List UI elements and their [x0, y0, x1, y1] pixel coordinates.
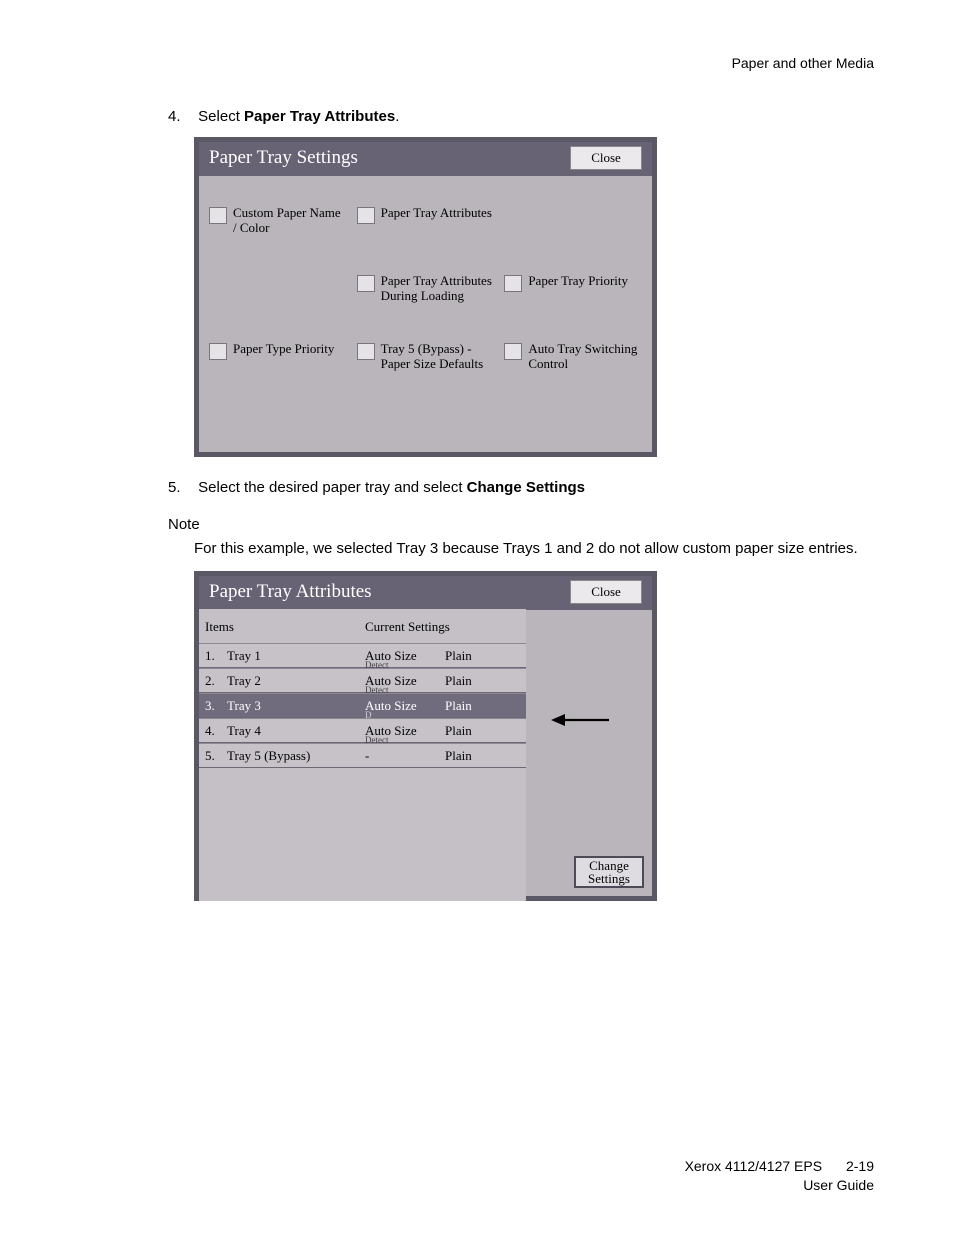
tray-row-number: 5. [205, 748, 227, 764]
option-label: Paper Tray Priority [528, 274, 628, 289]
tray-row-size: - [365, 748, 445, 764]
note-body: For this example, we selected Tray 3 bec… [194, 539, 888, 559]
option-auto-tray-switching[interactable]: Auto Tray Switching Control [504, 342, 642, 382]
option-tray5-bypass-defaults[interactable]: Tray 5 (Bypass) - Paper Size Defaults [357, 342, 495, 382]
tray-row-number: 2. [205, 673, 227, 689]
step-4: 4. Select Paper Tray Attributes. [168, 108, 888, 125]
checkbox-icon [357, 207, 375, 224]
tray-row[interactable]: 1.Tray 1Auto SizeDetectPlain [199, 643, 526, 668]
page-footer: Xerox 4112/4127 EPS 2-19 User Guide [685, 1157, 874, 1195]
checkbox-icon [209, 207, 227, 224]
checkbox-icon [504, 275, 522, 292]
tray-row-name: Tray 2 [227, 673, 365, 689]
tray-row-size: Auto SizeD [365, 698, 445, 714]
option-custom-paper-name[interactable]: Custom Paper Name / Color [209, 206, 347, 246]
step-5: 5. Select the desired paper tray and sel… [168, 479, 888, 496]
option-label: Paper Tray Attributes [381, 206, 492, 221]
option-attributes-during-loading[interactable]: Paper Tray Attributes During Loading [357, 274, 495, 314]
footer-product: Xerox 4112/4127 EPS [685, 1158, 823, 1174]
step-4-number: 4. [168, 108, 194, 125]
arrow-indicator-icon [551, 712, 611, 728]
tray-row-size: Auto SizeDetect [365, 648, 445, 664]
paper-tray-settings-panel: Paper Tray Settings Close Custom Paper N… [194, 137, 657, 457]
option-paper-tray-priority[interactable]: Paper Tray Priority [504, 274, 642, 314]
option-label: Paper Tray Attributes During Loading [381, 274, 495, 304]
tray-row[interactable]: 4.Tray 4Auto SizeDetectPlain [199, 718, 526, 743]
tray-row-type: Plain [445, 698, 520, 714]
option-label: Custom Paper Name / Color [233, 206, 347, 236]
option-paper-tray-attributes[interactable]: Paper Tray Attributes [357, 206, 495, 246]
tray-row-number: 4. [205, 723, 227, 739]
change-settings-button[interactable]: Change Settings [574, 856, 644, 888]
note-label: Note [168, 516, 888, 533]
tray-row-type: Plain [445, 648, 520, 664]
panel1-close-button[interactable]: Close [570, 146, 642, 170]
step-4-text-bold: Paper Tray Attributes [244, 108, 395, 125]
tray-row-type: Plain [445, 723, 520, 739]
panel1-titlebar: Paper Tray Settings Close [199, 142, 652, 176]
step-5-text-pre: Select the desired paper tray and select [198, 479, 467, 496]
panel2-close-button[interactable]: Close [570, 580, 642, 604]
checkbox-icon [357, 343, 375, 360]
column-header-items: Items [205, 619, 365, 635]
tray-row-name: Tray 1 [227, 648, 365, 664]
paper-tray-attributes-panel: Paper Tray Attributes Close Items Curren… [194, 571, 657, 901]
change-settings-label: Change Settings [576, 859, 642, 886]
tray-row-type: Plain [445, 748, 520, 764]
tray-row-number: 1. [205, 648, 227, 664]
tray-row[interactable]: 2.Tray 2Auto SizeDetectPlain [199, 668, 526, 693]
tray-row-size: Auto SizeDetect [365, 673, 445, 689]
step-5-text-bold: Change Settings [467, 479, 585, 496]
tray-list: Items Current Settings 1.Tray 1Auto Size… [199, 609, 526, 901]
footer-page-number: 2-19 [846, 1157, 874, 1176]
checkbox-icon [357, 275, 375, 292]
tray-row-size: Auto SizeDetect [365, 723, 445, 739]
step-4-text-pre: Select [198, 108, 244, 125]
option-label: Tray 5 (Bypass) - Paper Size Defaults [381, 342, 495, 372]
panel2-title: Paper Tray Attributes [209, 581, 372, 603]
column-header-settings: Current Settings [365, 619, 520, 635]
option-paper-type-priority[interactable]: Paper Type Priority [209, 342, 347, 382]
panel2-titlebar: Paper Tray Attributes Close [199, 576, 652, 610]
tray-row-name: Tray 4 [227, 723, 365, 739]
tray-row-name: Tray 5 (Bypass) [227, 748, 365, 764]
page-header-section: Paper and other Media [732, 55, 874, 71]
step-4-text-post: . [395, 108, 399, 125]
tray-row-type: Plain [445, 673, 520, 689]
option-label: Paper Type Priority [233, 342, 334, 357]
option-label: Auto Tray Switching Control [528, 342, 642, 372]
checkbox-icon [504, 343, 522, 360]
panel1-title: Paper Tray Settings [209, 147, 358, 169]
checkbox-icon [209, 343, 227, 360]
tray-row[interactable]: 3.Tray 3Auto SizeDPlain [199, 693, 526, 718]
tray-row-name: Tray 3 [227, 698, 365, 714]
tray-row-number: 3. [205, 698, 227, 714]
step-5-number: 5. [168, 479, 194, 496]
tray-row[interactable]: 5.Tray 5 (Bypass)-Plain [199, 743, 526, 768]
footer-doc-title: User Guide [685, 1176, 874, 1195]
